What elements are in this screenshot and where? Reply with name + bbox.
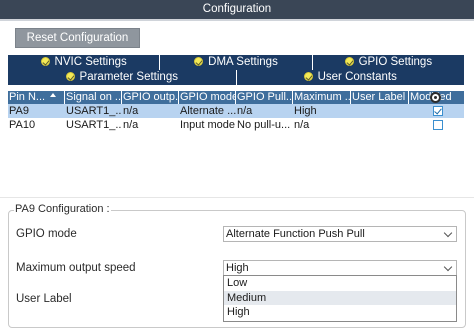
column-header-signal[interactable]: Signal on ... <box>65 91 122 104</box>
cell-modified <box>409 118 464 132</box>
tab-bar-primary: NVIC Settings DMA Settings GPIO Settings <box>8 55 464 70</box>
cell-modified <box>409 104 464 118</box>
chevron-down-icon <box>443 228 453 238</box>
chevron-down-icon <box>443 262 453 272</box>
gear-icon[interactable] <box>430 92 441 103</box>
cell-user-label <box>351 104 409 118</box>
check-bullet-icon <box>194 57 204 66</box>
cell-pin: PA10 <box>9 119 36 131</box>
cell-output: n/a <box>123 105 139 117</box>
splitter[interactable] <box>0 197 474 198</box>
cell-pull: No pull-u... <box>237 119 291 131</box>
cell-signal: USART1_... <box>66 105 122 117</box>
tab-parameter-settings[interactable]: Parameter Settings <box>8 70 237 85</box>
table-row[interactable]: PA10 USART1_... n/a Input mode No pull-u… <box>8 118 464 132</box>
check-bullet-icon <box>40 57 50 66</box>
sort-ascending-icon <box>50 93 56 97</box>
group-title: PA9 Configuration : <box>14 203 111 215</box>
column-header-output[interactable]: GPIO outp... <box>122 91 179 104</box>
cell-speed: High <box>294 105 317 117</box>
speed-dropdown-list: Low Medium High <box>223 275 457 322</box>
gpio-mode-select[interactable]: Alternate Function Push Pull <box>223 226 457 242</box>
cell-mode: Input mode <box>180 119 236 131</box>
tab-label: GPIO Settings <box>358 56 433 68</box>
check-bullet-icon <box>303 72 313 81</box>
pin-table: Pin N... Signal on ... GPIO outp... GPIO… <box>8 91 464 132</box>
speed-option-medium[interactable]: Medium <box>224 290 456 305</box>
tab-label: NVIC Settings <box>54 56 127 68</box>
tab-label: Parameter Settings <box>79 71 178 83</box>
tab-user-constants[interactable]: User Constants <box>236 70 464 85</box>
table-row[interactable]: PA9 USART1_... n/a Alternate ... n/a Hig… <box>8 104 464 118</box>
cell-output: n/a <box>123 119 139 131</box>
tab-nvic-settings[interactable]: NVIC Settings <box>8 55 161 70</box>
max-speed-value: High <box>226 262 249 274</box>
column-header-pin[interactable]: Pin N... <box>8 91 65 104</box>
check-bullet-icon <box>65 72 75 81</box>
column-header-user-label[interactable]: User Label <box>351 91 409 104</box>
max-speed-select[interactable]: High <box>223 260 457 276</box>
gpio-mode-value: Alternate Function Push Pull <box>226 228 365 240</box>
cell-user-label <box>351 118 409 132</box>
column-header-mode[interactable]: GPIO mode <box>179 91 236 104</box>
tab-dma-settings[interactable]: DMA Settings <box>160 55 313 70</box>
speed-option-low[interactable]: Low <box>224 276 456 291</box>
tab-label: User Constants <box>317 71 397 83</box>
modified-checkbox[interactable] <box>433 106 443 116</box>
tab-gpio-settings[interactable]: GPIO Settings <box>312 55 464 70</box>
cell-speed: n/a <box>294 119 310 131</box>
speed-option-high[interactable]: High <box>224 305 456 320</box>
gpio-mode-label: GPIO mode <box>16 228 77 240</box>
tab-bar-secondary: Parameter Settings User Constants <box>8 70 464 85</box>
column-header-modified[interactable]: Modified <box>409 91 464 104</box>
cell-mode: Alternate ... <box>180 105 236 117</box>
cell-signal: USART1_... <box>66 119 122 131</box>
cell-pin: PA9 <box>9 105 29 117</box>
user-label-label: User Label <box>16 293 72 305</box>
window-title: Configuration <box>0 0 474 21</box>
column-header-speed[interactable]: Maximum ... <box>293 91 351 104</box>
check-bullet-icon <box>344 57 354 66</box>
modified-checkbox[interactable] <box>433 120 443 130</box>
reset-configuration-button[interactable]: Reset Configuration <box>15 28 140 48</box>
tab-label: DMA Settings <box>208 56 278 68</box>
column-header-pull[interactable]: GPIO Pull... <box>236 91 293 104</box>
table-header: Pin N... Signal on ... GPIO outp... GPIO… <box>8 91 464 104</box>
cell-pull: n/a <box>237 105 253 117</box>
max-speed-label: Maximum output speed <box>16 262 136 274</box>
